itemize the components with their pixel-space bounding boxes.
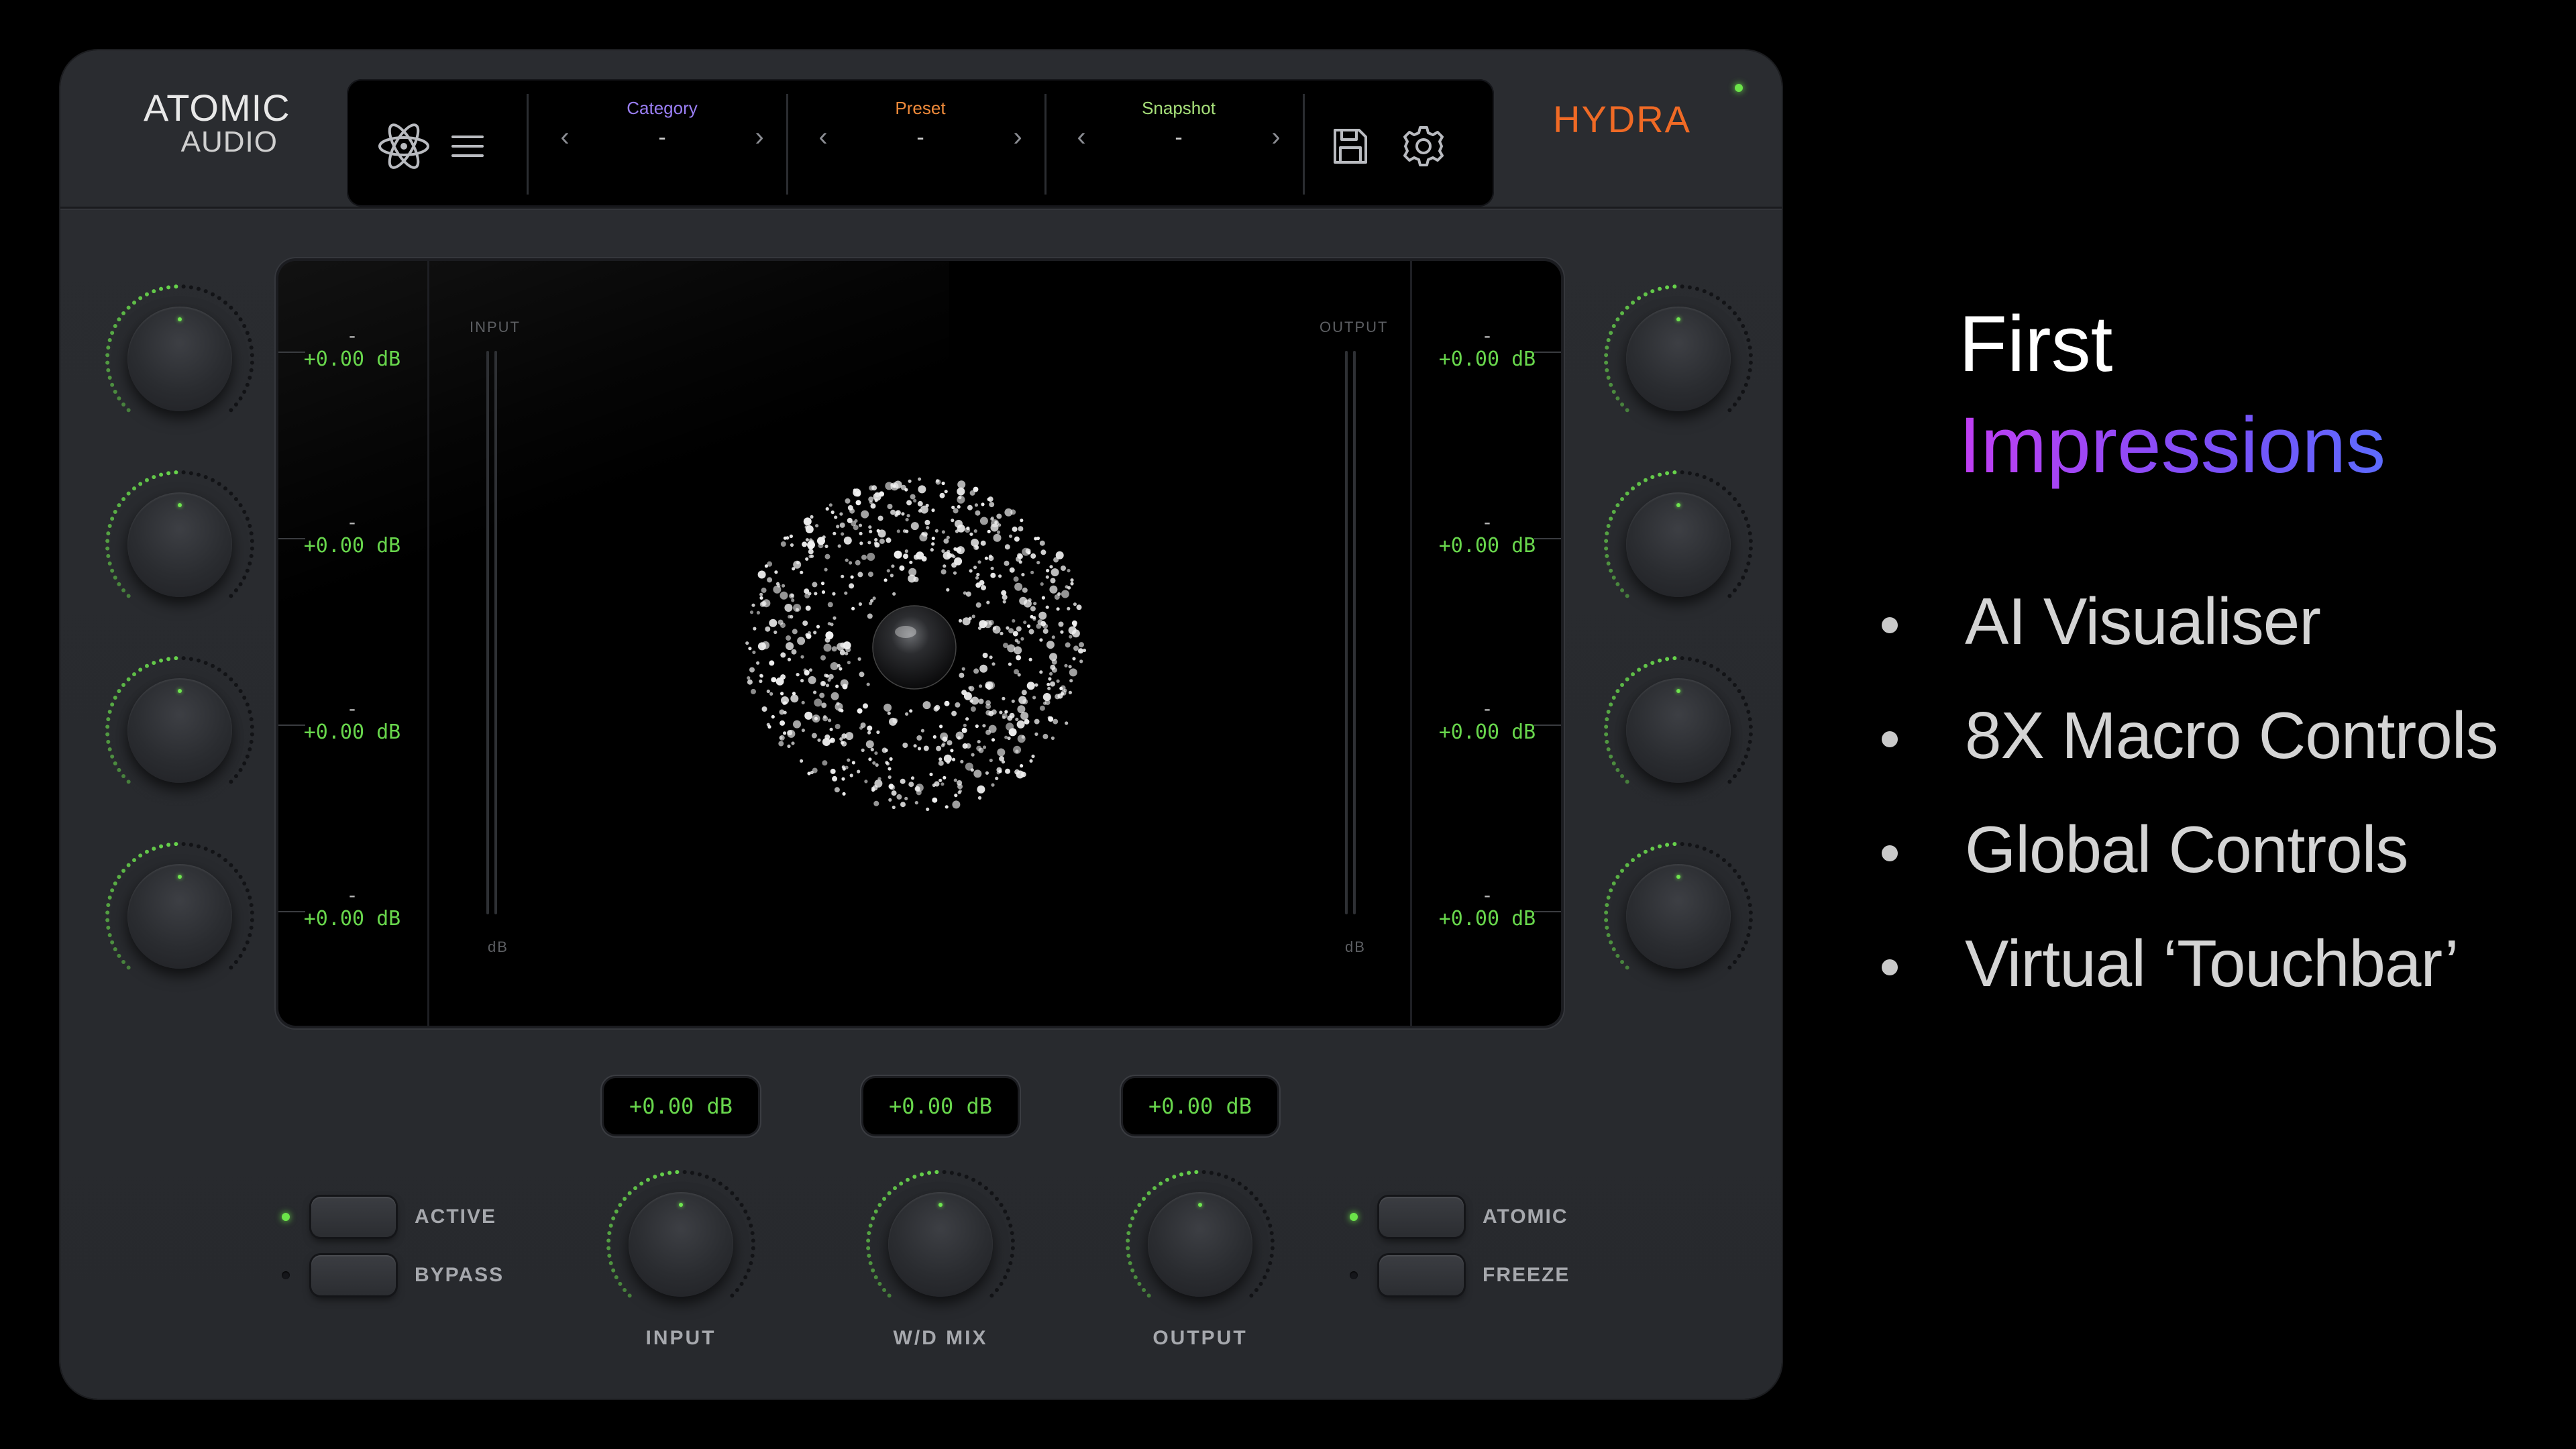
output-meter-unit: dB [1345, 938, 1366, 955]
left-readout-column: - +0.00 dB - +0.00 dB - +0.00 dB - +0.00 dB [278, 261, 429, 1026]
ai-visualiser-orb [745, 477, 1087, 811]
macro-readout-5: - +0.00 dB [1438, 325, 1536, 371]
category-prev-button[interactable]: ‹ [551, 122, 578, 152]
wd-mix-readout: +0.00 dB [863, 1078, 1018, 1134]
bypass-led [282, 1271, 290, 1279]
snapshot-next-button[interactable]: › [1263, 122, 1289, 152]
output-gain-knob[interactable] [1120, 1164, 1281, 1325]
input-gain-knob[interactable] [600, 1164, 761, 1325]
macro-knob-6[interactable] [1598, 464, 1759, 625]
active-label: ACTIVE [415, 1205, 497, 1228]
slide-title-line2: Impressions [1959, 401, 2386, 490]
nav-divider [1044, 94, 1046, 195]
atom-icon[interactable] [374, 119, 434, 173]
snapshot-selector: ‹ Snapshot - › [1055, 79, 1303, 207]
brand-logo: ATOMIC AUDIO [144, 87, 290, 158]
bullet-icon [1882, 731, 1898, 747]
atomic-toggle-button[interactable] [1379, 1197, 1464, 1237]
category-value[interactable]: - [578, 125, 746, 151]
bypass-label: BYPASS [415, 1264, 504, 1286]
brand-line1: ATOMIC [144, 87, 290, 129]
bullet-icon [1882, 617, 1898, 633]
nav-divider [527, 94, 529, 195]
macro-readout-2: - +0.00 dB [303, 511, 401, 557]
output-level-meter [1344, 351, 1361, 914]
input-gain-readout: +0.00 dB [604, 1078, 758, 1134]
product-name: HYDRA [1553, 98, 1692, 140]
menu-icon[interactable] [437, 119, 498, 173]
nav-divider [786, 94, 788, 195]
macro-readout-6: - +0.00 dB [1438, 511, 1536, 557]
macro-knob-3[interactable] [99, 650, 260, 811]
wd-mix-knob-label: W/D MIX [893, 1327, 988, 1349]
bullet-icon [1882, 959, 1898, 975]
macro-readout-7: - +0.00 dB [1438, 698, 1536, 744]
freeze-led [1350, 1271, 1358, 1279]
category-next-button[interactable]: › [746, 122, 773, 152]
input-level-meter [485, 351, 502, 914]
snapshot-label: Snapshot [1142, 98, 1216, 118]
freeze-toggle-button[interactable] [1379, 1255, 1464, 1295]
output-knob-label: OUTPUT [1152, 1327, 1248, 1349]
snapshot-value[interactable]: - [1095, 125, 1263, 151]
macro-readout-3: - +0.00 dB [303, 698, 401, 744]
freeze-label: FREEZE [1483, 1264, 1570, 1286]
macro-knob-8[interactable] [1598, 836, 1759, 997]
macro-knob-7[interactable] [1598, 650, 1759, 811]
slide-title-line1: First [1959, 300, 2113, 388]
macro-readout-1: - +0.00 dB [303, 325, 401, 371]
status-led [1735, 84, 1743, 92]
right-readout-column: - +0.00 dB - +0.00 dB - +0.00 dB - +0.00 dB [1410, 261, 1561, 1026]
category-label: Category [627, 98, 698, 118]
atomic-led [1350, 1213, 1358, 1221]
preset-value[interactable]: - [837, 125, 1004, 151]
output-meter-label: OUTPUT [1320, 319, 1389, 335]
settings-icon[interactable] [1393, 119, 1454, 173]
active-led [282, 1213, 290, 1221]
macro-knob-1[interactable] [99, 278, 260, 439]
input-knob-label: INPUT [645, 1327, 716, 1349]
plugin-header: ATOMIC AUDIO ‹ Category - › ‹ Preset - ›… [60, 50, 1782, 209]
macro-knob-4[interactable] [99, 836, 260, 997]
bullet-icon [1882, 845, 1898, 861]
input-meter-unit: dB [488, 938, 508, 955]
output-gain-readout: +0.00 dB [1123, 1078, 1277, 1134]
category-selector: ‹ Category - › [538, 79, 786, 207]
input-meter-label: INPUT [470, 319, 521, 335]
macro-knob-5[interactable] [1598, 278, 1759, 439]
preset-selector: ‹ Preset - › [796, 79, 1044, 207]
active-toggle-button[interactable] [311, 1197, 396, 1237]
brand-line2: AUDIO [180, 125, 278, 158]
preset-label: Preset [895, 98, 946, 118]
macro-knob-2[interactable] [99, 464, 260, 625]
visualiser-display: - +0.00 dB - +0.00 dB - +0.00 dB - +0.00 dB … [278, 261, 1561, 1026]
snapshot-prev-button[interactable]: ‹ [1068, 122, 1095, 152]
macro-readout-4: - +0.00 dB [303, 884, 401, 930]
wd-mix-knob[interactable] [860, 1164, 1021, 1325]
bypass-toggle-button[interactable] [311, 1255, 396, 1295]
atomic-label: ATOMIC [1483, 1205, 1568, 1228]
macro-readout-8: - +0.00 dB [1438, 884, 1536, 930]
preset-next-button[interactable]: › [1004, 122, 1031, 152]
plugin-window: ATOMIC AUDIO ‹ Category - › ‹ Preset - ›… [60, 50, 1782, 1399]
preset-prev-button[interactable]: ‹ [810, 122, 837, 152]
preset-nav-bar: ‹ Category - › ‹ Preset - › ‹ Snapshot -… [347, 79, 1494, 207]
save-icon[interactable] [1320, 119, 1380, 173]
nav-divider [1303, 94, 1305, 195]
